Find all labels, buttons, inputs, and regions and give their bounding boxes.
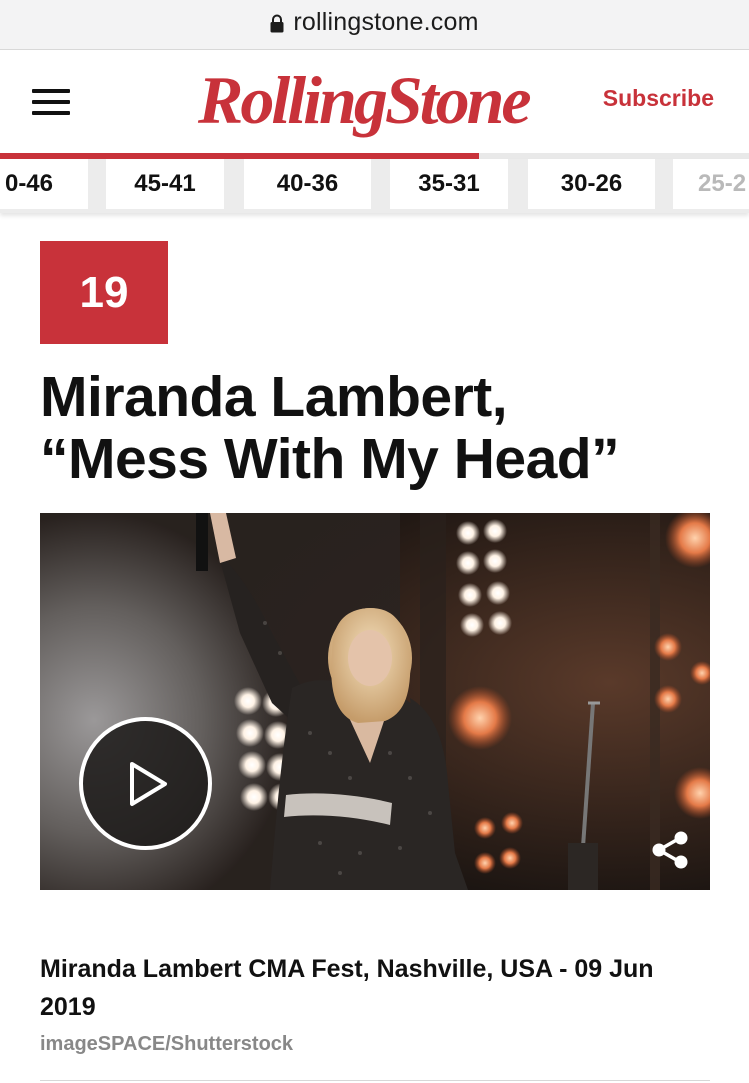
play-button[interactable] [79,717,212,850]
browser-url-bar[interactable]: rollingstone.com [0,0,749,50]
play-icon [130,762,167,806]
tab-range-25-21[interactable]: 25-2 [673,159,749,209]
rank-badge: 19 [40,241,168,344]
entry-title-line2: “Mess With My Head” [40,427,620,491]
entry-title: Miranda Lambert, “Mess With My Head” [40,366,730,490]
tab-range-35-31[interactable]: 35-31 [390,159,508,209]
photo-credit: imageSPACE/Shutterstock [40,1033,294,1055]
site-header: RollingStone Subscribe [0,51,749,153]
divider [40,1080,710,1081]
entry-title-line1: Miranda Lambert, [40,365,508,429]
photo-caption: Miranda Lambert CMA Fest, Nashville, USA… [40,955,654,1021]
tab-range-45-41[interactable]: 45-41 [106,159,224,209]
rolling-stone-logo[interactable]: RollingStone [198,55,532,145]
subscribe-link[interactable]: Subscribe [603,85,714,112]
rank-range-nav[interactable]: 0-46 45-41 40-36 35-31 30-26 25-2 [0,159,749,213]
tab-range-30-26[interactable]: 30-26 [528,159,655,209]
share-icon[interactable] [650,830,690,870]
video-thumbnail[interactable] [40,513,710,890]
hamburger-menu-icon[interactable] [32,87,72,117]
lock-icon [270,14,284,33]
tab-range-50-46[interactable]: 0-46 [0,159,88,209]
tab-range-40-36[interactable]: 40-36 [244,159,371,209]
url-text: rollingstone.com [293,8,479,36]
